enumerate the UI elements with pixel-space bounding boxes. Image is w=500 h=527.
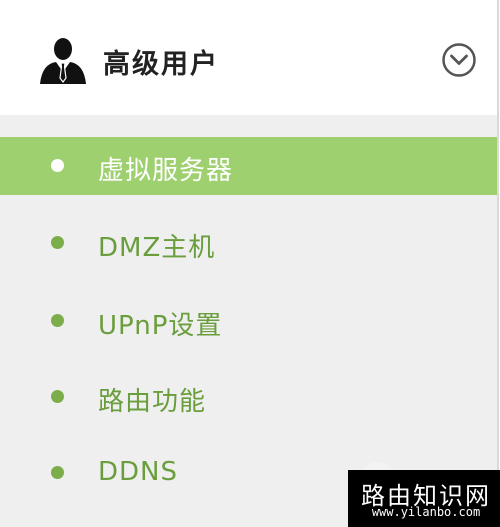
bullet-icon — [51, 159, 64, 172]
menu-item-label: UPnP设置 — [98, 311, 223, 341]
menu-item-virtual-server[interactable]: 虚拟服务器 — [0, 137, 497, 195]
section-header[interactable]: 高级用户 — [0, 0, 497, 115]
menu-item-routing[interactable]: 路由功能 — [0, 368, 497, 426]
menu-item-dmz-host[interactable]: DMZ主机 — [0, 214, 497, 272]
section-title: 高级用户 — [103, 49, 219, 80]
bullet-icon — [51, 236, 64, 249]
bullet-icon — [51, 314, 64, 327]
bullet-icon — [51, 390, 64, 403]
submenu: 虚拟服务器 DMZ主机 UPnP设置 路由功能 DDNS — [0, 115, 497, 527]
menu-item-label: 路由功能 — [98, 387, 207, 417]
menu-item-upnp-settings[interactable]: UPnP设置 — [0, 292, 497, 350]
menu-item-label: DMZ主机 — [98, 233, 216, 263]
menu-item-label: DDNS — [98, 457, 178, 487]
menu-panel: 高级用户 虚拟服务器 DMZ主机 UPnP设置 路由功能 DDNS — [0, 0, 499, 527]
user-icon — [40, 38, 86, 84]
bullet-icon — [51, 466, 64, 479]
chevron-down-circle-icon[interactable] — [441, 42, 477, 78]
menu-item-label: 虚拟服务器 — [98, 156, 234, 186]
watermark-url: www.yilanbo.com — [371, 505, 481, 519]
